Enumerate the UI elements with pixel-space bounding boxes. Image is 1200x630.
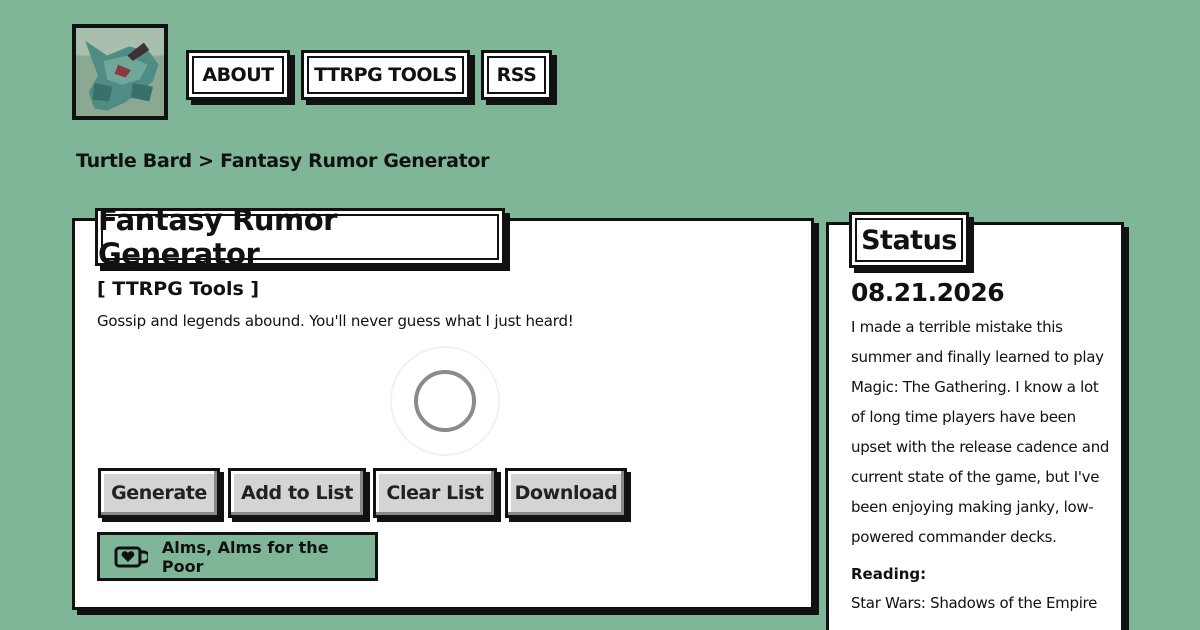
reading-value: Star Wars: Shadows of the Empire: [851, 594, 1098, 612]
download-button[interactable]: Download: [505, 468, 627, 518]
nav-about[interactable]: ABOUT: [186, 50, 290, 100]
add-to-list-button[interactable]: Add to List: [228, 468, 366, 518]
status-date: 08.21.2026: [851, 278, 1005, 307]
page-title: Fantasy Rumor Generator: [95, 203, 505, 271]
turtle-bard-avatar-icon: [76, 28, 164, 116]
breadcrumb-home-link[interactable]: Turtle Bard: [76, 150, 192, 172]
spinner-ring-icon: [414, 370, 476, 432]
status-title: Status: [849, 212, 969, 268]
breadcrumb-separator: >: [198, 150, 214, 172]
category-tag[interactable]: [ TTRPG Tools ]: [97, 278, 259, 300]
donate-label: Alms, Alms for the Poor: [161, 537, 329, 576]
coffee-heart-icon: [114, 546, 148, 567]
breadcrumb: Turtle Bard > Fantasy Rumor Generator: [76, 150, 490, 172]
nav-ttrpg-tools[interactable]: TTRPG TOOLS: [301, 50, 470, 100]
generate-button[interactable]: Generate: [98, 468, 220, 518]
donate-button[interactable]: Alms, Alms for the Poor: [97, 532, 378, 581]
clear-list-button[interactable]: Clear List: [373, 468, 497, 518]
site-logo[interactable]: [72, 24, 168, 120]
breadcrumb-current: Fantasy Rumor Generator: [220, 150, 490, 172]
status-text: I made a terrible mistake this summer an…: [851, 318, 1110, 546]
reading-label: Reading:: [851, 565, 927, 583]
loading-spinner: [390, 346, 500, 456]
page-description: Gossip and legends abound. You'll never …: [97, 312, 574, 330]
nav-rss[interactable]: RSS: [481, 50, 552, 100]
